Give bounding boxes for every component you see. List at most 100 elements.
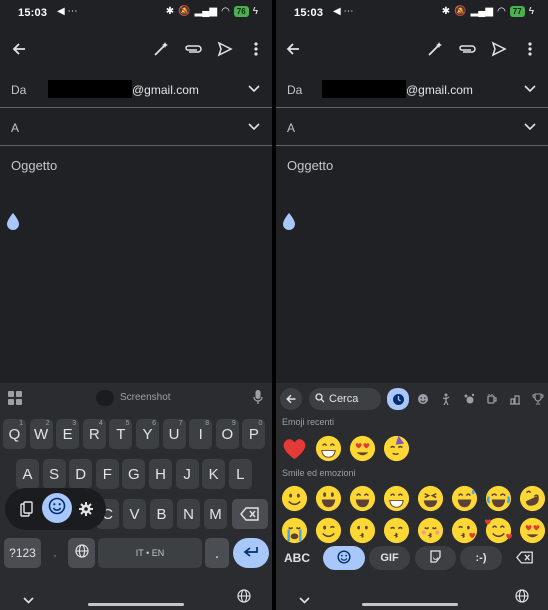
more-vert-icon[interactable] <box>245 38 267 60</box>
emoji-tab[interactable] <box>323 546 365 570</box>
from-field[interactable]: Da @gmail.com <box>0 70 272 108</box>
key-w[interactable]: W2 <box>29 419 53 449</box>
key-b[interactable]: B <box>150 499 173 529</box>
key-h[interactable]: H <box>149 459 172 489</box>
to-field[interactable]: A <box>0 108 272 146</box>
emoji-kiss[interactable] <box>348 516 377 545</box>
attach-icon[interactable] <box>456 38 478 60</box>
emoji-party[interactable] <box>382 434 411 463</box>
emoji-joy[interactable] <box>484 484 513 513</box>
from-field[interactable]: Da @gmail.com <box>276 70 548 108</box>
chevron-down-icon[interactable] <box>248 120 260 134</box>
send-icon[interactable] <box>488 38 510 60</box>
sticker-tab[interactable] <box>415 546 456 570</box>
key-j[interactable]: J <box>175 459 199 489</box>
emoji-grin[interactable] <box>314 434 343 463</box>
symbols-key[interactable]: ?123 <box>4 538 41 568</box>
text-cursor-handle-icon[interactable] <box>282 212 296 235</box>
animals-category-icon[interactable] <box>459 389 479 409</box>
to-field[interactable]: A <box>276 108 548 146</box>
more-vert-icon[interactable] <box>519 38 541 60</box>
emoji-hearteyes[interactable] <box>348 434 377 463</box>
key-v[interactable]: V <box>123 499 146 529</box>
chevron-down-icon[interactable] <box>524 82 536 96</box>
emoji-laugh[interactable] <box>348 484 377 513</box>
key-m[interactable]: M <box>204 499 227 529</box>
key-k[interactable]: K <box>202 459 226 489</box>
enter-key[interactable] <box>233 538 269 568</box>
clock-icon[interactable] <box>387 388 409 410</box>
home-indicator[interactable] <box>362 603 458 606</box>
emoji-rofl[interactable] <box>518 484 547 513</box>
emoji-wink[interactable] <box>314 516 343 545</box>
abc-button[interactable]: ABC <box>284 551 310 565</box>
key-i[interactable]: I8 <box>189 419 213 449</box>
key-g[interactable]: G <box>122 459 146 489</box>
magic-pen-icon[interactable] <box>424 38 446 60</box>
clipboard-icon[interactable] <box>16 499 36 519</box>
chevron-down-icon[interactable] <box>23 591 34 609</box>
globe-key[interactable] <box>68 538 95 568</box>
backspace-icon[interactable] <box>516 551 534 567</box>
key-e[interactable]: E3 <box>56 419 80 449</box>
key-d[interactable]: D <box>69 459 93 489</box>
text-cursor-handle-icon[interactable] <box>6 212 20 235</box>
emoji-hearteyes[interactable] <box>518 516 547 545</box>
key-l[interactable]: L <box>228 459 252 489</box>
gear-icon[interactable] <box>76 499 96 519</box>
key-a[interactable]: A <box>16 459 39 489</box>
chevron-down-icon[interactable] <box>524 120 536 134</box>
emoji-grin[interactable] <box>382 484 411 513</box>
chevron-down-icon[interactable] <box>299 591 310 609</box>
emoji-squint[interactable] <box>416 484 445 513</box>
emoji-kissheart[interactable] <box>450 516 479 545</box>
comma-key[interactable]: , <box>45 538 65 568</box>
back-arrow-icon[interactable] <box>282 38 304 60</box>
mic-icon[interactable] <box>253 390 263 410</box>
emoji-bigsmile[interactable] <box>314 484 343 513</box>
suggestion-word[interactable]: Screenshot <box>120 392 171 403</box>
trophy-category-icon[interactable] <box>528 389 548 409</box>
subject-field[interactable]: Oggetto <box>287 158 333 173</box>
key-u[interactable]: U7 <box>162 419 186 449</box>
food-category-icon[interactable] <box>482 389 502 409</box>
key-o[interactable]: O9 <box>215 419 239 449</box>
key-q[interactable]: Q1 <box>3 419 26 449</box>
travel-category-icon[interactable] <box>505 389 525 409</box>
emoji-smile[interactable] <box>280 484 309 513</box>
suggestion-toggle[interactable] <box>96 390 114 406</box>
emoji-hearts[interactable] <box>484 516 513 545</box>
people-category-icon[interactable] <box>436 389 456 409</box>
space-key[interactable]: IT • EN <box>98 538 202 568</box>
globe-icon[interactable] <box>237 589 251 608</box>
period-key[interactable]: . <box>205 538 229 568</box>
home-indicator[interactable] <box>88 603 184 606</box>
subject-field[interactable]: Oggetto <box>11 158 57 173</box>
gif-tab[interactable]: GIF <box>369 546 410 570</box>
emoji-cry[interactable] <box>280 516 309 545</box>
key-p[interactable]: P0 <box>242 419 266 449</box>
key-n[interactable]: N <box>177 499 200 529</box>
key-t[interactable]: T5 <box>109 419 133 449</box>
smiley-category-icon[interactable] <box>413 389 433 409</box>
key-r[interactable]: R4 <box>82 419 106 449</box>
emoji-button[interactable] <box>42 493 72 523</box>
emoji-sweat[interactable] <box>450 484 479 513</box>
chevron-down-icon[interactable] <box>248 82 260 96</box>
emoticon-tab[interactable]: :-) <box>460 546 502 570</box>
emoji-heart[interactable] <box>280 434 309 463</box>
emoji-kissclosed[interactable] <box>416 516 445 545</box>
send-icon[interactable] <box>214 38 236 60</box>
back-arrow-icon[interactable] <box>280 388 302 410</box>
globe-icon[interactable] <box>515 589 529 608</box>
emoji-search[interactable]: Cerca <box>309 388 381 410</box>
key-f[interactable]: F <box>95 459 119 489</box>
backspace-key[interactable] <box>232 499 268 529</box>
attach-icon[interactable] <box>182 38 204 60</box>
magic-pen-icon[interactable] <box>150 38 172 60</box>
apps-grid-icon[interactable] <box>8 391 22 410</box>
emoji-kisssmile[interactable] <box>382 516 411 545</box>
key-y[interactable]: Y6 <box>136 419 159 449</box>
key-s[interactable]: S <box>42 459 66 489</box>
back-arrow-icon[interactable] <box>8 38 30 60</box>
